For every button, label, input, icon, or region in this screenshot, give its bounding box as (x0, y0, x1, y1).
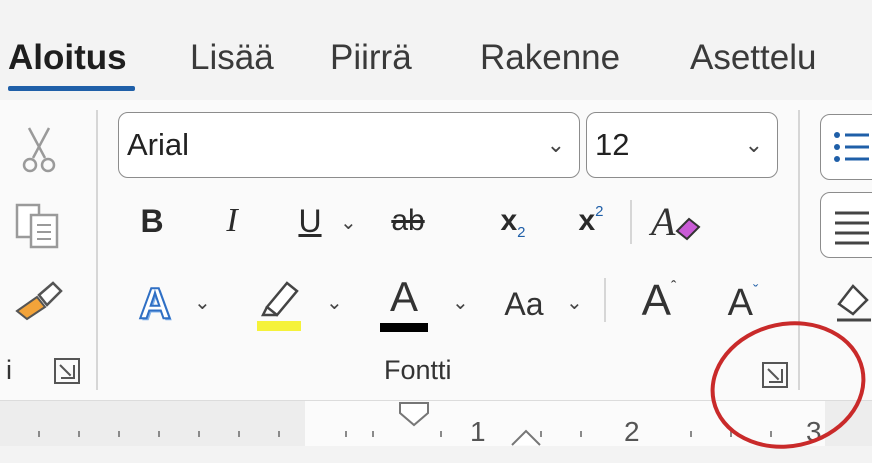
ruler-tick (78, 431, 80, 437)
grow-font-button[interactable]: A ˆ (630, 272, 688, 330)
hanging-indent-marker-icon[interactable] (508, 425, 544, 447)
change-case-button[interactable]: Aa (496, 278, 552, 330)
svg-text:A: A (648, 199, 676, 244)
format-painter-button[interactable] (6, 270, 72, 330)
underline-button[interactable]: U (290, 196, 330, 246)
superscript-button[interactable]: x 2 (566, 196, 616, 246)
tab-home[interactable]: Aloitus (8, 30, 127, 86)
chevron-down-icon[interactable]: ⌄ (547, 127, 565, 163)
font-size-value: 12 (595, 127, 630, 162)
ruler-tick (198, 431, 200, 437)
highlighter-icon (257, 281, 301, 331)
tab-insert[interactable]: Lisää (190, 30, 274, 86)
bold-button[interactable]: B (132, 196, 172, 246)
ruler-tick (440, 431, 442, 437)
ruler-tick (38, 431, 40, 437)
cut-button[interactable] (14, 122, 64, 178)
clipboard-launcher-icon[interactable] (54, 358, 80, 384)
shading-button[interactable] (830, 274, 872, 328)
ruler-tick (278, 431, 280, 437)
underline-dropdown-icon[interactable]: ⌄ (340, 210, 357, 235)
scissors-icon (22, 127, 56, 173)
shrink-font-button[interactable]: A ˇ (716, 276, 770, 330)
ribbon-tab-bar: Aloitus Lisää Piirrä Rakenne Asettelu (0, 0, 872, 100)
chevron-down-icon[interactable]: ⌄ (745, 127, 763, 163)
ruler-number: 1 (470, 416, 486, 447)
font-name-combo[interactable]: Arial ⌄ (118, 112, 580, 178)
change-case-dropdown-icon[interactable]: ⌄ (566, 290, 583, 315)
ruler-tick (372, 431, 374, 437)
group-separator (96, 110, 98, 390)
ruler-tick (580, 431, 582, 437)
ruler-tick (118, 431, 120, 437)
ruler-tick (345, 431, 347, 437)
font-group-label: Fontti (384, 355, 452, 385)
strikethrough-button[interactable]: ab (378, 196, 438, 246)
tab-draw[interactable]: Piirrä (330, 30, 412, 86)
italic-button[interactable]: I (212, 196, 252, 246)
tab-design[interactable]: Rakenne (480, 30, 620, 86)
subscript-button[interactable]: x 2 (488, 196, 538, 246)
group-separator (604, 278, 606, 322)
font-color-dropdown-icon[interactable]: ⌄ (452, 290, 469, 315)
text-effects-dropdown-icon[interactable]: ⌄ (194, 290, 211, 315)
font-color-button[interactable]: A (376, 272, 432, 336)
ruler-number: 2 (624, 416, 640, 447)
copy-button[interactable] (10, 198, 68, 254)
clear-formatting-icon: A (648, 199, 701, 244)
align-left-button[interactable] (820, 192, 872, 258)
clear-formatting-button[interactable]: A (644, 194, 710, 250)
ruler-tick (690, 431, 692, 437)
align-left-icon (835, 211, 869, 245)
copy-icon (15, 203, 59, 249)
first-line-indent-marker-icon[interactable] (396, 401, 432, 427)
font-name-value: Arial (127, 127, 190, 162)
text-effects-button[interactable]: A (126, 276, 184, 332)
highlight-dropdown-icon[interactable]: ⌄ (326, 290, 343, 315)
font-color-swatch (380, 323, 428, 332)
clipboard-group-label: i (6, 355, 12, 385)
highlight-button[interactable] (252, 272, 310, 336)
paint-bucket-icon (837, 284, 871, 322)
ruler-tick (158, 431, 160, 437)
tab-layout[interactable]: Asettelu (690, 30, 816, 86)
group-separator (630, 200, 632, 244)
active-tab-indicator (8, 86, 135, 91)
paintbrush-icon (15, 281, 63, 321)
ruler-tick (238, 431, 240, 437)
font-size-combo[interactable]: 12 ⌄ (586, 112, 778, 178)
bullets-button[interactable] (820, 114, 872, 180)
bullet-list-icon (834, 132, 869, 162)
